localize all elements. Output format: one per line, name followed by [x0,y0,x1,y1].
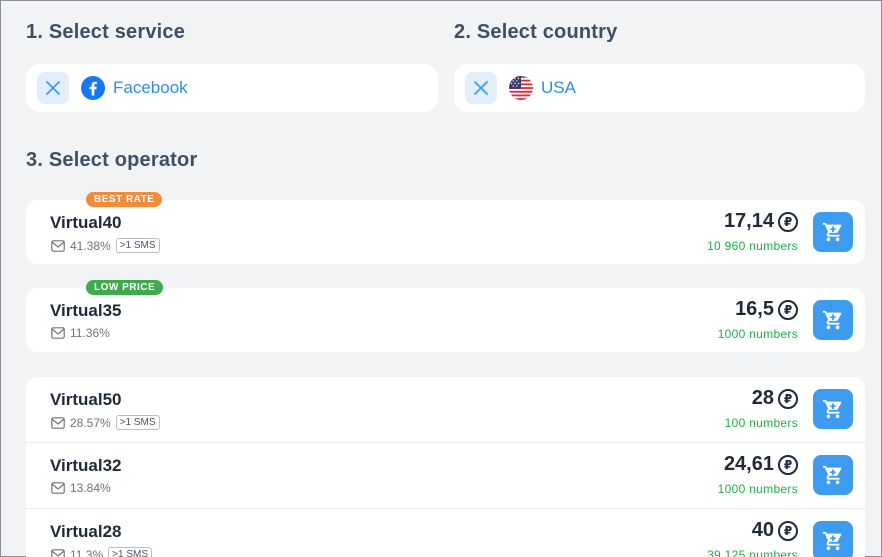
close-icon [474,81,488,95]
us-flag-icon [509,76,533,100]
cart-icon [822,399,842,419]
operator-row[interactable]: Virtual32 13.84% 24,61 ₽ 1000 numbers [26,442,865,508]
clear-country-button[interactable] [465,72,497,104]
cart-icon [822,465,842,485]
country-label: USA [541,78,576,97]
clear-service-button[interactable] [37,72,69,104]
sms-envelope-icon [51,482,65,494]
sms-envelope-icon [51,416,65,429]
numbers-count: 39 125 numbers [707,548,798,557]
numbers-count: 1000 numbers [717,482,798,496]
cart-icon [822,531,842,551]
multi-sms-tag: >1 SMS [115,238,160,253]
low-price-badge: LOW PRICE [86,280,164,295]
operator-name: Virtual40 [50,213,122,232]
delivery-rate: 11.36% [70,326,110,340]
operator-name: Virtual50 [50,390,122,409]
operator-name: Virtual35 [50,301,122,320]
delivery-rate: 11.3% [70,547,104,557]
ruble-icon: ₽ [778,299,798,320]
ruble-icon: ₽ [778,388,798,409]
operator-card-featured[interactable]: Virtual35 11.36% 16,5 ₽ 1000 numbers [26,288,865,352]
delivery-rate: 41.38% [70,238,111,253]
numbers-count: 100 numbers [724,416,798,430]
operator-meta: 28.57% >1 SMS [51,415,160,430]
operator-meta: 41.38% >1 SMS [51,238,160,253]
ruble-icon: ₽ [778,520,798,541]
operator-price: 40 ₽ [752,519,798,542]
best-rate-badge: BEST RATE [86,192,163,207]
buy-cart-button[interactable] [813,389,853,429]
operator-meta: 11.36% [51,326,110,340]
operator-meta: 11.3% >1 SMS [51,547,152,557]
operator-meta: 13.84% [51,481,111,495]
price-value: 17,14 [723,210,774,232]
operator-card-featured[interactable]: Virtual40 41.38% >1 SMS 17,14 ₽ 10 960 n… [26,200,865,264]
select-service-title: 1. Select service [26,21,186,43]
operator-price: 28 ₽ [752,387,798,410]
select-operator-title: 3. Select operator [26,149,198,171]
numbers-count: 10 960 numbers [707,239,798,253]
price-value: 16,5 [735,298,774,320]
sms-envelope-icon [51,239,65,252]
buy-cart-button[interactable] [813,300,853,340]
facebook-icon [81,76,105,100]
operator-row[interactable]: Virtual50 28.57% >1 SMS 28 ₽ 100 numbers [26,377,865,442]
select-country-title: 2. Select country [454,21,618,43]
multi-sms-tag: >1 SMS [115,415,160,430]
country-select[interactable]: USA [454,64,865,112]
operator-price: 16,5 ₽ [735,298,798,321]
operator-row[interactable]: Virtual28 11.3% >1 SMS 40 ₽ 39 125 numbe… [26,508,865,557]
buy-cart-button[interactable] [813,521,853,557]
operator-name: Virtual32 [50,456,122,475]
delivery-rate: 13.84% [70,481,111,495]
ruble-icon: ₽ [778,211,798,232]
operator-price: 24,61 ₽ [724,453,798,476]
buy-cart-button[interactable] [813,455,853,495]
operator-price: 17,14 ₽ [724,210,798,233]
ruble-icon: ₽ [778,454,798,475]
numbers-count: 1000 numbers [717,327,798,341]
operator-row[interactable]: Virtual35 11.36% 16,5 ₽ 1000 numbers [26,288,865,353]
operator-row[interactable]: Virtual40 41.38% >1 SMS 17,14 ₽ 10 960 n… [26,200,865,265]
sms-envelope-icon [51,327,65,339]
price-value: 24,61 [723,453,774,475]
cart-icon [822,310,842,330]
close-icon [46,81,60,95]
multi-sms-tag: >1 SMS [108,547,152,557]
price-value: 40 [751,519,774,541]
operator-name: Virtual28 [50,522,122,541]
buy-cart-button[interactable] [813,212,853,252]
operator-list: Virtual50 28.57% >1 SMS 28 ₽ 100 numbers… [26,377,865,557]
service-label: Facebook [113,78,188,97]
price-value: 28 [751,387,774,409]
service-select[interactable]: Facebook [26,64,438,112]
delivery-rate: 28.57% [70,415,111,430]
sms-envelope-icon [51,548,65,557]
cart-icon [822,222,842,242]
